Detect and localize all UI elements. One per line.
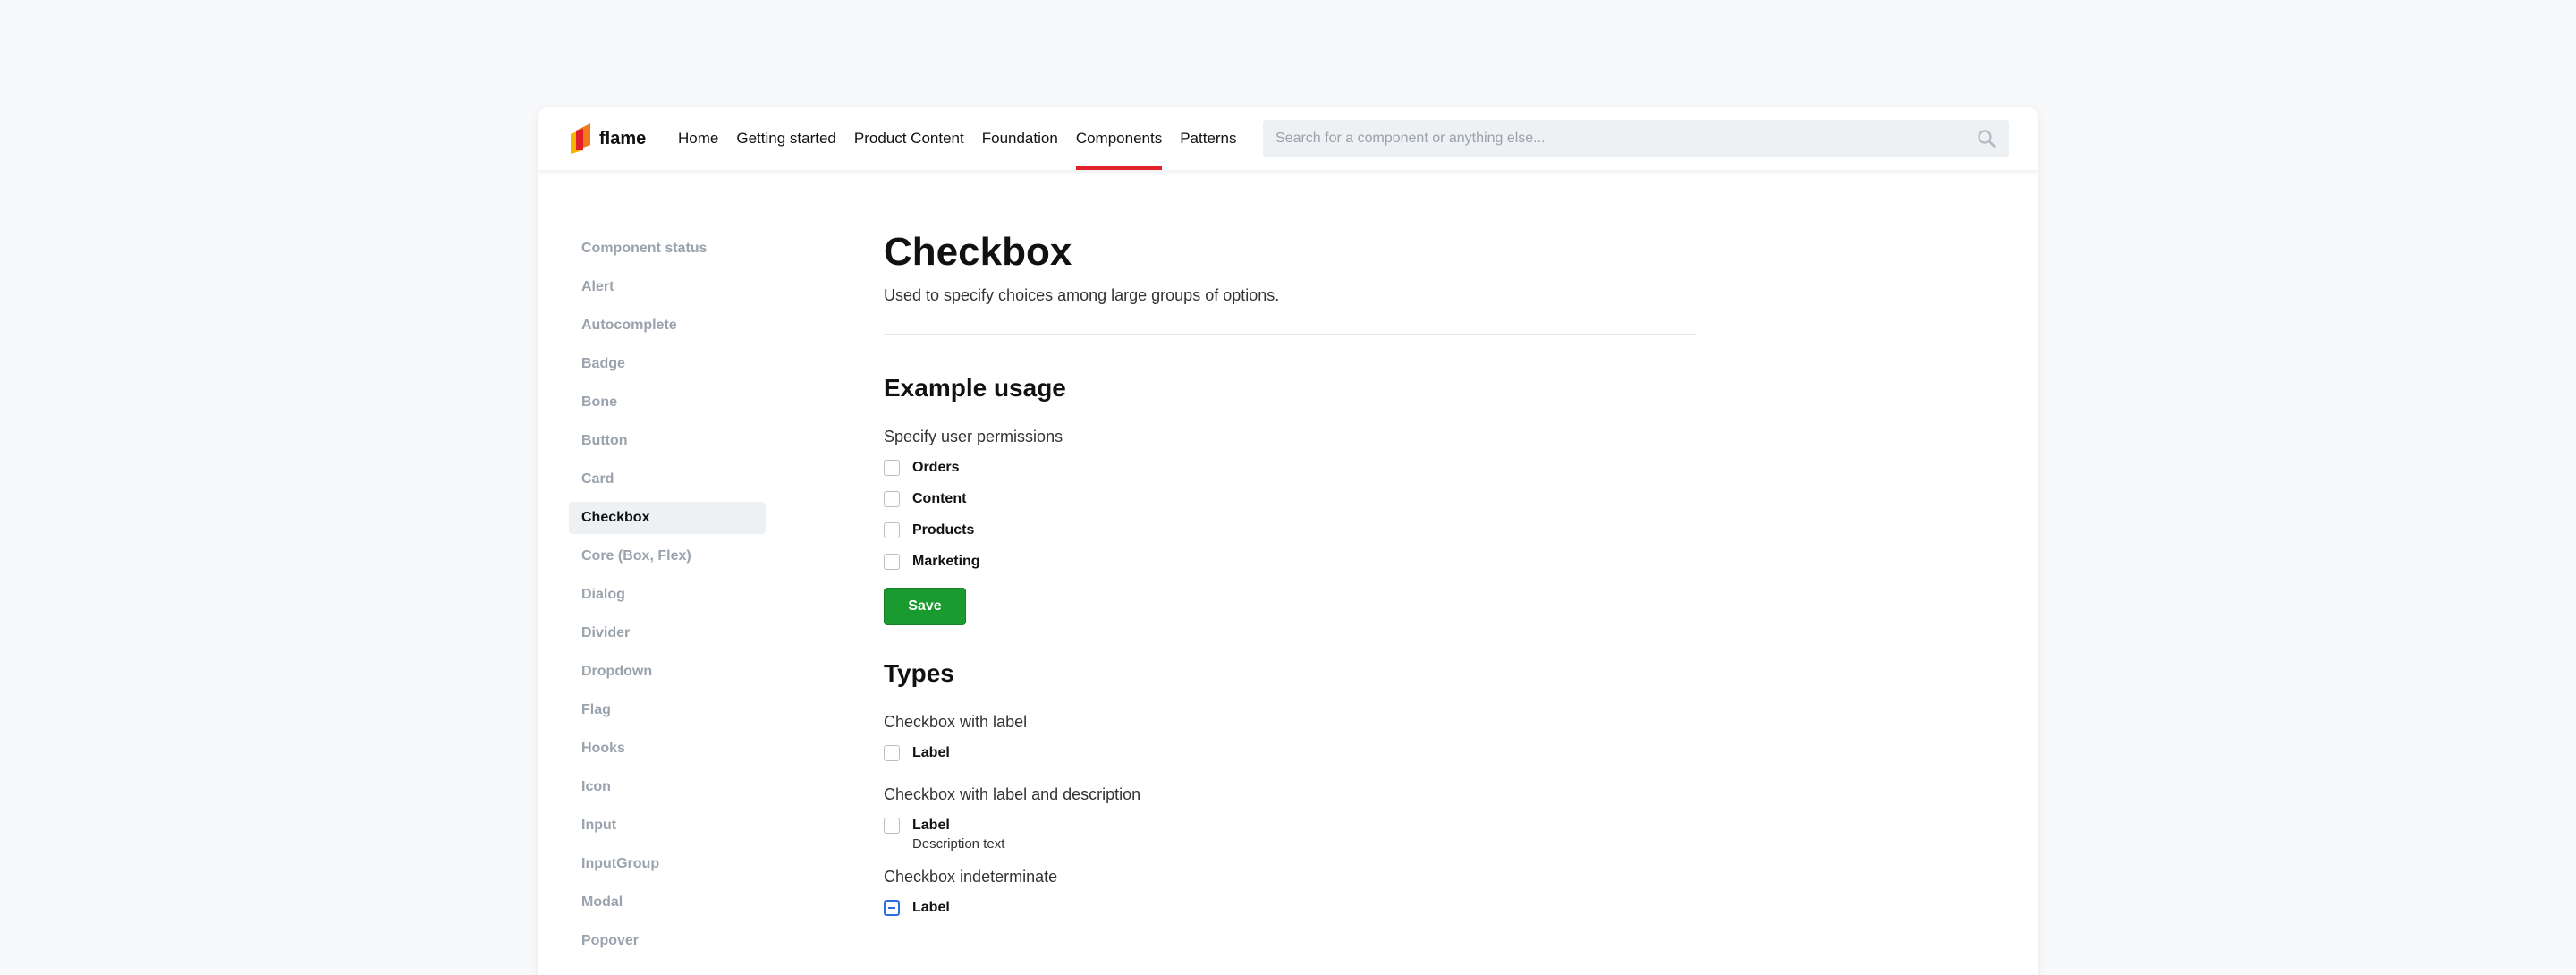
sidebar-item-inputgroup[interactable]: InputGroup [569, 848, 766, 880]
checkbox-with-description-heading: Checkbox with label and description [884, 785, 1141, 803]
checkbox-description: Description text [912, 836, 1005, 852]
nav-getting-started[interactable]: Getting started [736, 107, 836, 170]
checkbox-label: Label [912, 745, 950, 760]
page-card: flame Home Getting started Product Conte… [538, 107, 2038, 975]
checkbox-with-label-heading: Checkbox with label [884, 713, 1028, 731]
checkbox-label: Orders [912, 460, 960, 475]
section-divider [884, 334, 1696, 335]
main-nav: Home Getting started Product Content Fou… [678, 107, 1255, 170]
permissions-checkbox-list: Orders Content Products Marketing [884, 459, 1696, 584]
brand-name: flame [599, 128, 647, 148]
component-sidebar: Component status Alert Autocomplete Badg… [569, 233, 766, 963]
page-title: Checkbox [884, 230, 1072, 274]
checkbox-with-description[interactable] [884, 818, 900, 834]
search-icon[interactable] [1977, 129, 1996, 148]
checkbox-marketing[interactable] [884, 554, 900, 570]
checkbox-orders[interactable] [884, 460, 900, 476]
checkbox-with-label[interactable] [884, 745, 900, 761]
sidebar-item-card[interactable]: Card [569, 463, 766, 496]
nav-product-content[interactable]: Product Content [854, 107, 964, 170]
sidebar-item-flag[interactable]: Flag [569, 694, 766, 726]
checkbox-row-indeterminate: Label [884, 899, 1696, 930]
sidebar-item-alert[interactable]: Alert [569, 271, 766, 303]
sidebar-item-button[interactable]: Button [569, 425, 766, 457]
save-button[interactable]: Save [884, 588, 966, 625]
checkbox-row-marketing: Marketing [884, 553, 1696, 584]
checkbox-row-with-description: Label Description text [884, 817, 1696, 861]
top-navigation-bar: flame Home Getting started Product Conte… [538, 107, 2038, 170]
page-subtitle: Used to specify choices among large grou… [884, 286, 1280, 304]
nav-patterns[interactable]: Patterns [1180, 107, 1236, 170]
checkbox-row-orders: Orders [884, 459, 1696, 490]
checkbox-row-products: Products [884, 521, 1696, 553]
types-heading: Types [884, 659, 954, 687]
flame-logo-icon [571, 123, 590, 154]
checkbox-label: Products [912, 522, 975, 538]
checkbox-label: Label [912, 900, 950, 915]
sidebar-item-popover[interactable]: Popover [569, 925, 766, 957]
checkbox-row-with-label: Label [884, 744, 1696, 776]
sidebar-item-core[interactable]: Core (Box, Flex) [569, 540, 766, 572]
main-content: Checkbox Used to specify choices among l… [884, 225, 1696, 930]
search-input[interactable] [1263, 120, 1977, 157]
checkbox-content[interactable] [884, 491, 900, 507]
checkbox-label: Marketing [912, 554, 980, 569]
example-usage-heading: Example usage [884, 374, 1066, 402]
sidebar-item-input[interactable]: Input [569, 810, 766, 842]
permissions-group-label: Specify user permissions [884, 428, 1063, 445]
nav-components[interactable]: Components [1075, 107, 1163, 170]
checkbox-label: Content [912, 491, 967, 506]
nav-home[interactable]: Home [678, 107, 718, 170]
nav-foundation[interactable]: Foundation [982, 107, 1058, 170]
sidebar-item-autocomplete[interactable]: Autocomplete [569, 309, 766, 342]
checkbox-indeterminate[interactable] [884, 900, 900, 916]
sidebar-item-component-status[interactable]: Component status [569, 233, 766, 265]
sidebar-item-checkbox[interactable]: Checkbox [569, 502, 766, 534]
sidebar-item-hooks[interactable]: Hooks [569, 733, 766, 765]
search-box [1263, 120, 2009, 157]
sidebar-item-divider[interactable]: Divider [569, 617, 766, 649]
sidebar-item-modal[interactable]: Modal [569, 886, 766, 919]
checkbox-indeterminate-heading: Checkbox indeterminate [884, 868, 1058, 886]
brand-logo[interactable]: flame [567, 123, 646, 154]
sidebar-item-icon[interactable]: Icon [569, 771, 766, 803]
sidebar-item-dialog[interactable]: Dialog [569, 579, 766, 611]
sidebar-item-bone[interactable]: Bone [569, 386, 766, 419]
checkbox-row-content: Content [884, 490, 1696, 521]
checkbox-products[interactable] [884, 522, 900, 538]
sidebar-item-dropdown[interactable]: Dropdown [569, 656, 766, 688]
sidebar-item-badge[interactable]: Badge [569, 348, 766, 380]
checkbox-label: Label [912, 818, 950, 833]
